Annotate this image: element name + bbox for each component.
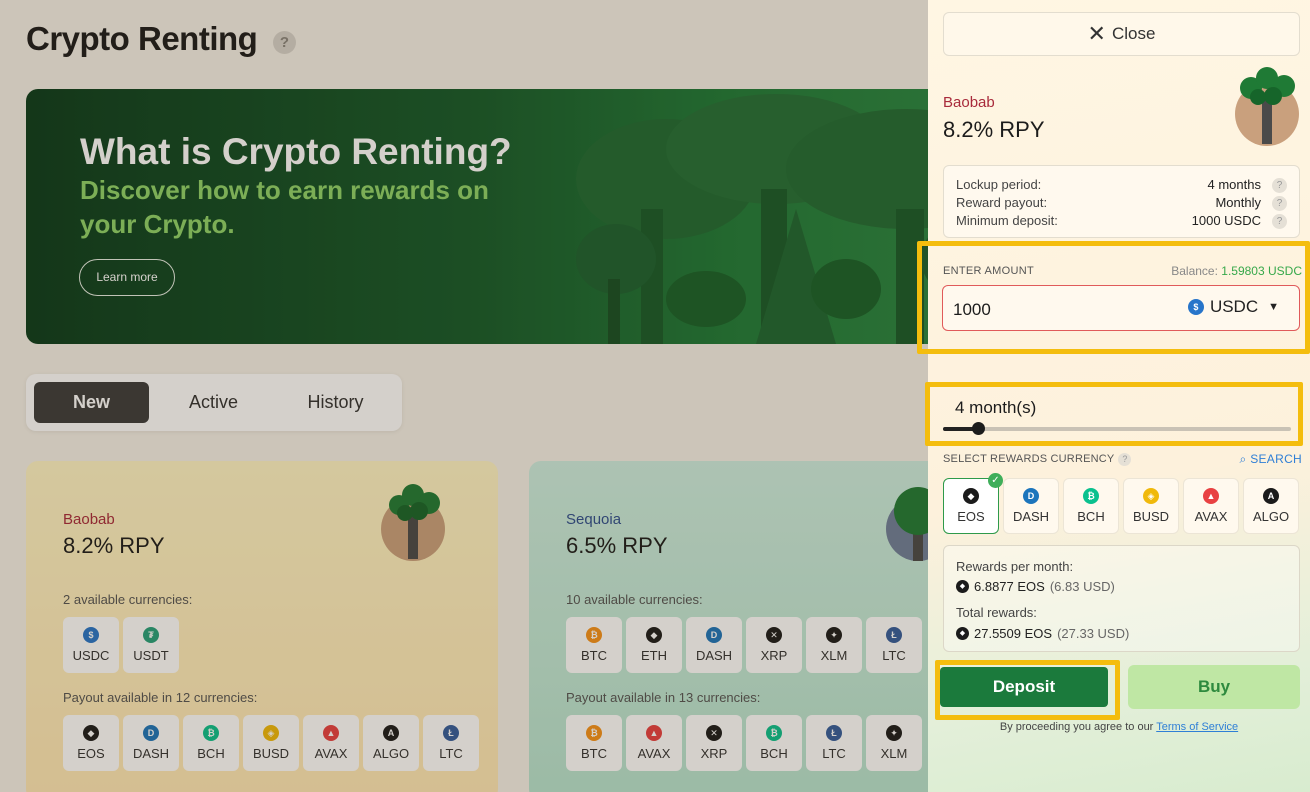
reward-currency-label: DASH — [1012, 509, 1050, 524]
eos-icon: ◆ — [956, 627, 969, 640]
highlight-months — [925, 382, 1303, 446]
reward-currency-label: EOS — [957, 509, 985, 524]
close-label: Close — [1111, 24, 1156, 43]
rewards-per-month-usd: (6.83 USD) — [1049, 579, 1115, 594]
help-icon[interactable]: ? — [1272, 178, 1287, 193]
reward-currency-label: ALGO — [1252, 509, 1290, 524]
minimum-deposit-row: Minimum deposit: 1000 USDC ? — [956, 213, 1287, 231]
minimum-deposit-label: Minimum deposit: — [956, 213, 1058, 228]
reward-currency-label: BUSD — [1132, 509, 1170, 524]
reward-payout-row: Reward payout: Monthly ? — [956, 195, 1287, 213]
bch-icon: ₿ — [1083, 488, 1099, 504]
dash-icon: D — [1023, 488, 1039, 504]
rewards-summary: Rewards per month: ◆ 6.8877 EOS (6.83 US… — [943, 545, 1300, 652]
avax-icon: ▲ — [1203, 488, 1219, 504]
reward-currency-algo[interactable]: A ALGO — [1243, 478, 1299, 534]
terms-notice: By proceeding you agree to our Terms of … — [928, 721, 1310, 733]
rewards-per-month-value: ◆ 6.8877 EOS (6.83 USD) — [956, 579, 1115, 594]
baobab-tree-icon — [1235, 67, 1299, 146]
search-icon: ⌕ — [1239, 452, 1251, 466]
search-label: SEARCH — [1250, 452, 1302, 466]
panel-plan-rate: 8.2% RPY — [943, 117, 1045, 142]
highlight-deposit — [935, 660, 1120, 720]
check-icon: ✓ — [988, 473, 1003, 488]
minimum-deposit-value: 1000 USDC — [1191, 213, 1261, 228]
total-rewards-amount: 27.5509 EOS — [974, 626, 1053, 641]
lockup-period-label: Lockup period: — [956, 177, 1042, 192]
panel-plan-name: Baobab — [943, 94, 995, 111]
rewards-currency-label-text: SELECT REWARDS CURRENCY — [943, 453, 1115, 465]
total-rewards-value: ◆ 27.5509 EOS (27.33 USD) — [956, 626, 1129, 641]
highlight-amount — [917, 241, 1310, 354]
rewards-currency-grid: ◆ EOS ✓ D DASH ₿ BCH ◈ BUSD ▲ AVAX A ALGO — [943, 473, 1299, 534]
plan-details: Lockup period: 4 months ? Reward payout:… — [943, 165, 1300, 238]
rewards-per-month-amount: 6.8877 EOS — [974, 579, 1045, 594]
reward-payout-label: Reward payout: — [956, 195, 1048, 210]
reward-payout-value: Monthly — [1215, 195, 1261, 210]
terms-prefix: By proceeding you agree to our — [999, 721, 1154, 733]
lockup-period-row: Lockup period: 4 months ? — [956, 177, 1287, 195]
search-button[interactable]: ⌕ SEARCH — [1240, 452, 1302, 467]
algo-icon: A — [1263, 488, 1279, 504]
reward-currency-busd[interactable]: ◈ BUSD — [1123, 478, 1179, 534]
reward-currency-label: AVAX — [1194, 509, 1228, 524]
modal-backdrop[interactable] — [0, 0, 928, 792]
terms-of-service-link[interactable]: Terms of Service — [1156, 721, 1238, 733]
eos-icon: ◆ — [956, 580, 969, 593]
help-icon[interactable]: ? — [1118, 453, 1132, 466]
reward-currency-avax[interactable]: ▲ AVAX — [1183, 478, 1239, 534]
close-icon: ✕ — [1087, 21, 1106, 46]
help-icon[interactable]: ? — [1272, 196, 1287, 211]
lockup-period-value: 4 months — [1207, 177, 1261, 192]
rewards-currency-label: SELECT REWARDS CURRENCY? — [943, 453, 1132, 466]
total-rewards-usd: (27.33 USD) — [1057, 626, 1130, 641]
rewards-per-month-label: Rewards per month: — [956, 559, 1074, 574]
close-button[interactable]: ✕ Close — [943, 12, 1300, 56]
busd-icon: ◈ — [1143, 488, 1159, 504]
reward-currency-dash[interactable]: D DASH — [1003, 478, 1059, 534]
eos-icon: ◆ — [963, 488, 979, 504]
reward-currency-label: BCH — [1077, 509, 1105, 524]
total-rewards-label: Total rewards: — [956, 605, 1037, 620]
buy-button[interactable]: Buy — [1128, 665, 1300, 709]
reward-currency-eos[interactable]: ◆ EOS ✓ — [943, 473, 1003, 534]
help-icon[interactable]: ? — [1272, 214, 1287, 229]
reward-currency-bch[interactable]: ₿ BCH — [1063, 478, 1119, 534]
